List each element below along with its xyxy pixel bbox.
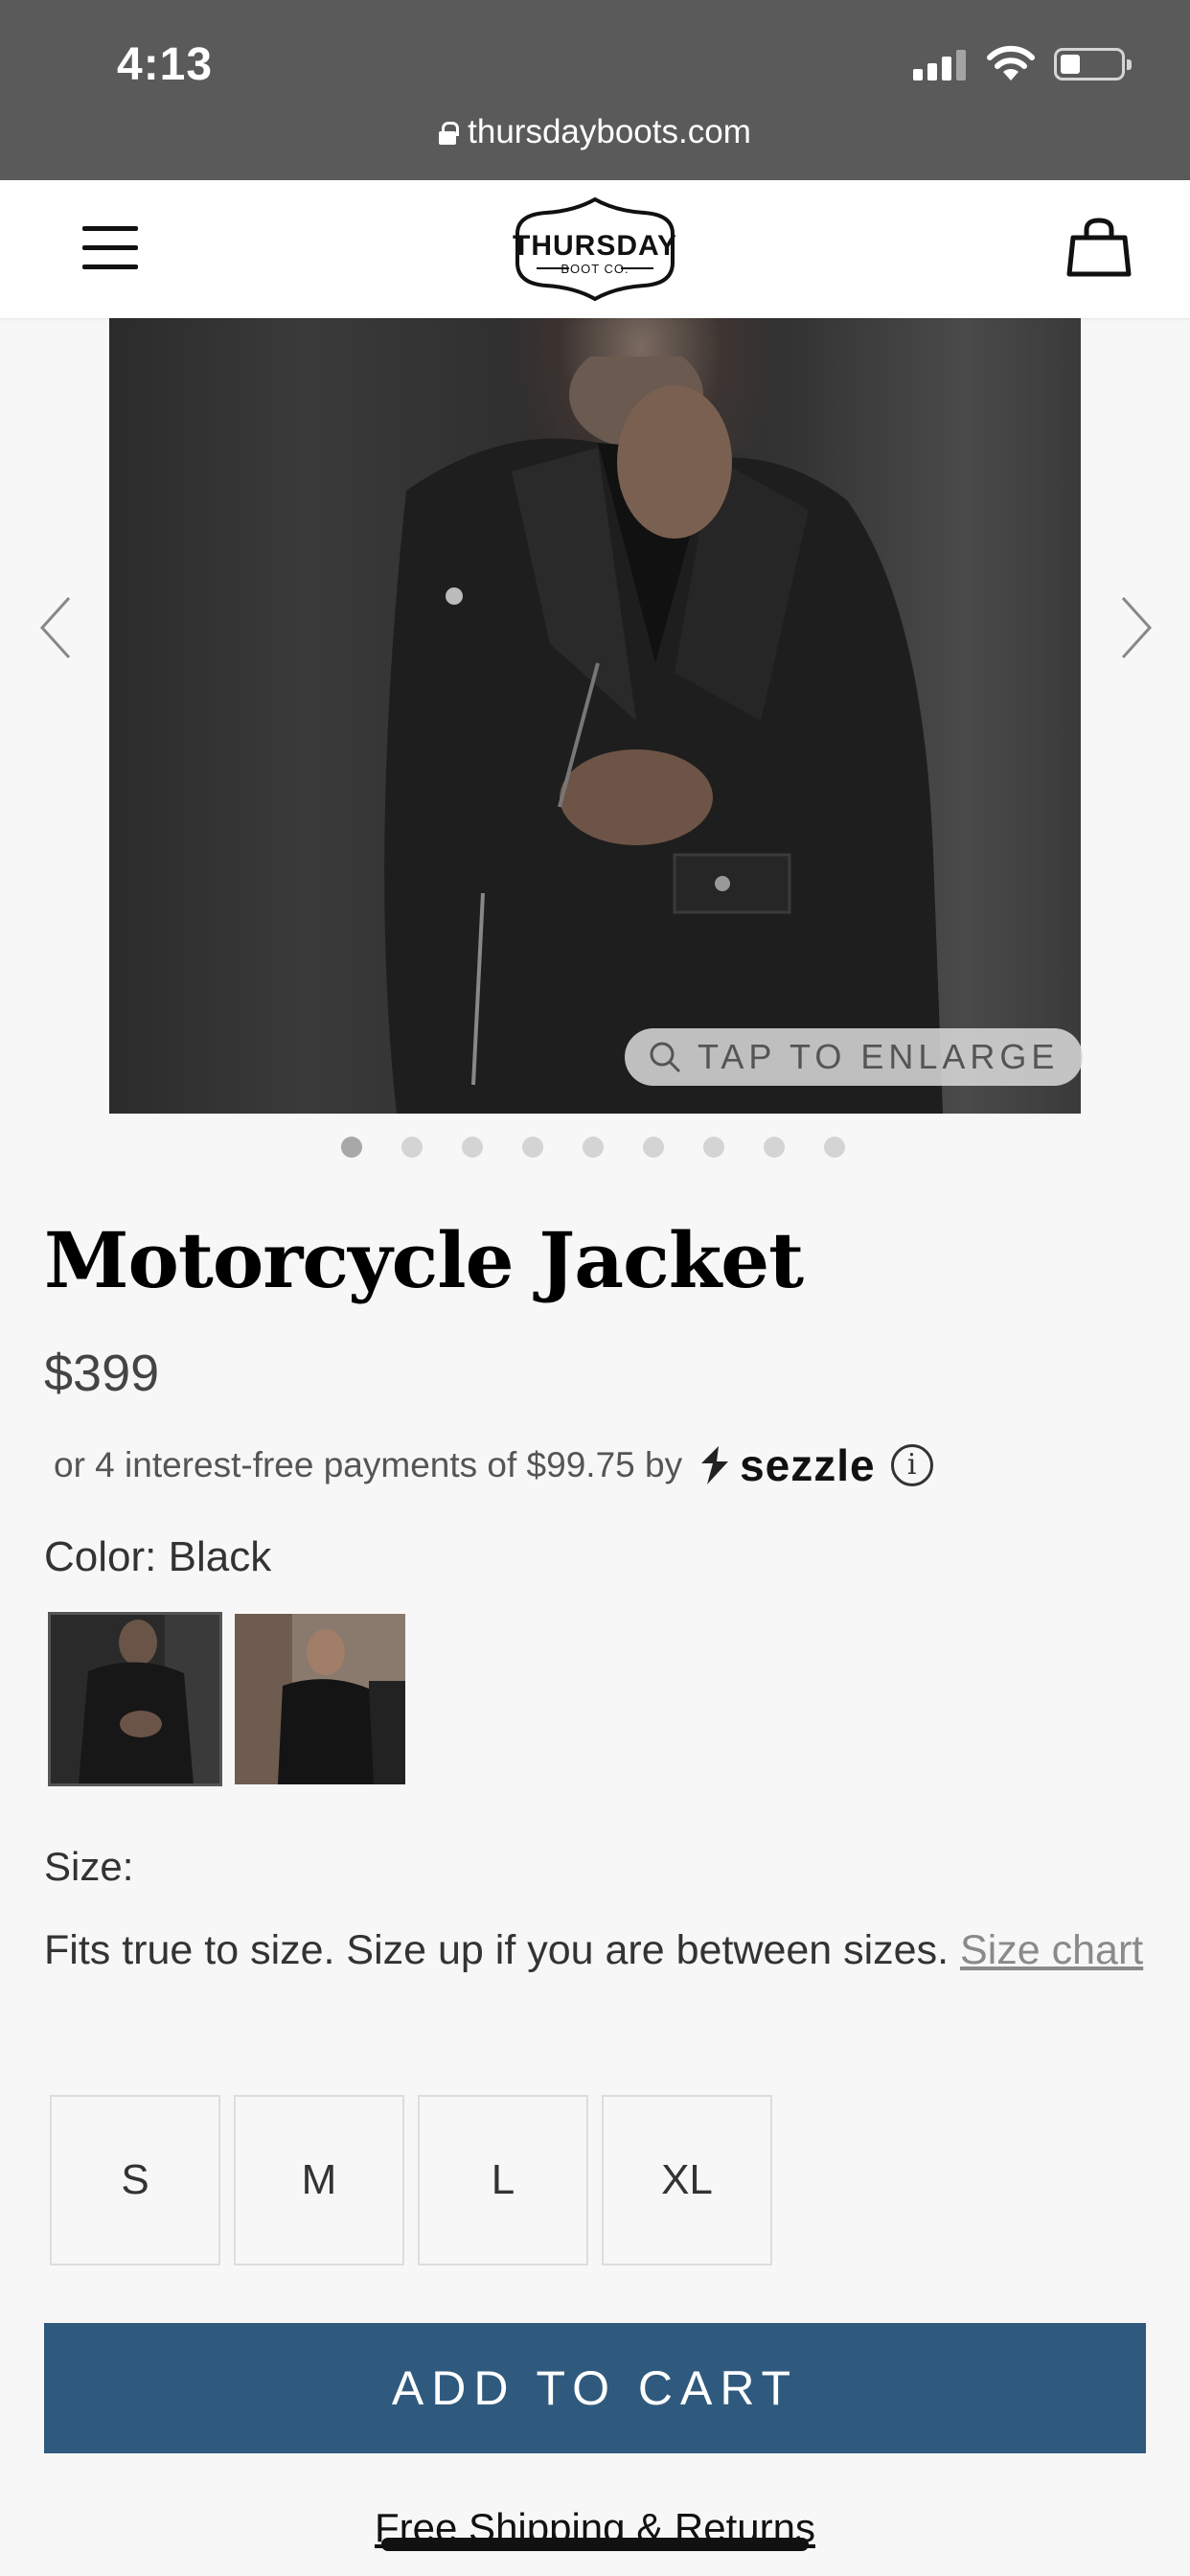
size-option-m[interactable]: M [234,2095,404,2266]
sezzle-mark-icon [701,1446,729,1484]
carousel-dot[interactable] [703,1137,724,1158]
carousel-dot[interactable] [643,1137,664,1158]
magnifier-icon [650,1042,681,1073]
carousel-dot[interactable] [341,1137,362,1158]
fit-text: Fits true to size. Size up if you are be… [44,1927,950,1973]
shopping-bag-icon[interactable] [1065,215,1133,282]
cellular-signal-icon [913,48,967,80]
battery-icon [1054,48,1132,80]
size-label: Size: [44,1844,134,1889]
size-option-l[interactable]: L [418,2095,588,2266]
status-time: 4:13 [117,39,214,90]
svg-text:THURSDAY: THURSDAY [513,230,677,262]
color-swatch-alt[interactable] [235,1614,405,1784]
installment-text: or 4 interest-free payments of $99.75 by [54,1445,683,1484]
carousel-dot[interactable] [764,1137,785,1158]
carousel-dot[interactable] [462,1137,483,1158]
brand-logo[interactable]: THURSDAY BOOT CO. [508,196,682,303]
info-icon[interactable]: i [890,1444,933,1486]
tap-to-enlarge-label: TAP TO ENLARGE [698,1037,1060,1076]
color-swatch-black[interactable] [48,1612,222,1786]
size-option-s[interactable]: S [50,2095,220,2266]
site-header: THURSDAY BOOT CO. [0,180,1190,318]
product-image[interactable] [109,318,1081,1114]
jacket-photo [384,356,944,1114]
wifi-icon [987,45,1035,80]
size-chart-link[interactable]: Size chart [960,1927,1143,1973]
product-price: $399 [44,1345,160,1402]
chevron-left-icon[interactable] [36,594,75,661]
carousel-dot[interactable] [824,1137,845,1158]
chevron-right-icon[interactable] [1117,594,1156,661]
carousel-dot[interactable] [583,1137,604,1158]
carousel-dot[interactable] [522,1137,543,1158]
carousel-dot[interactable] [401,1137,423,1158]
add-to-cart-button[interactable]: ADD TO CART [44,2323,1146,2453]
lock-icon [439,122,460,145]
product-title: Motorcycle Jacket [44,1215,804,1305]
url-text: thursdayboots.com [468,113,751,150]
menu-icon[interactable] [82,226,138,270]
svg-text:BOOT CO.: BOOT CO. [561,262,629,276]
carousel-dots [341,1137,858,1160]
fit-guidance: Fits true to size. Size up if you are be… [44,1919,1146,1982]
color-label: Color: Black [44,1533,272,1580]
home-indicator[interactable] [381,2538,809,2551]
installment-info: or 4 interest-free payments of $99.75 by… [54,1439,933,1491]
tap-to-enlarge-button[interactable]: TAP TO ENLARGE [625,1028,1083,1086]
size-option-xl[interactable]: XL [602,2095,772,2266]
sezzle-logo: sezzle [696,1439,876,1491]
url-bar[interactable]: thursdayboots.com [0,113,1190,151]
status-bar: 4:13 thursdayboots.com [0,0,1190,180]
